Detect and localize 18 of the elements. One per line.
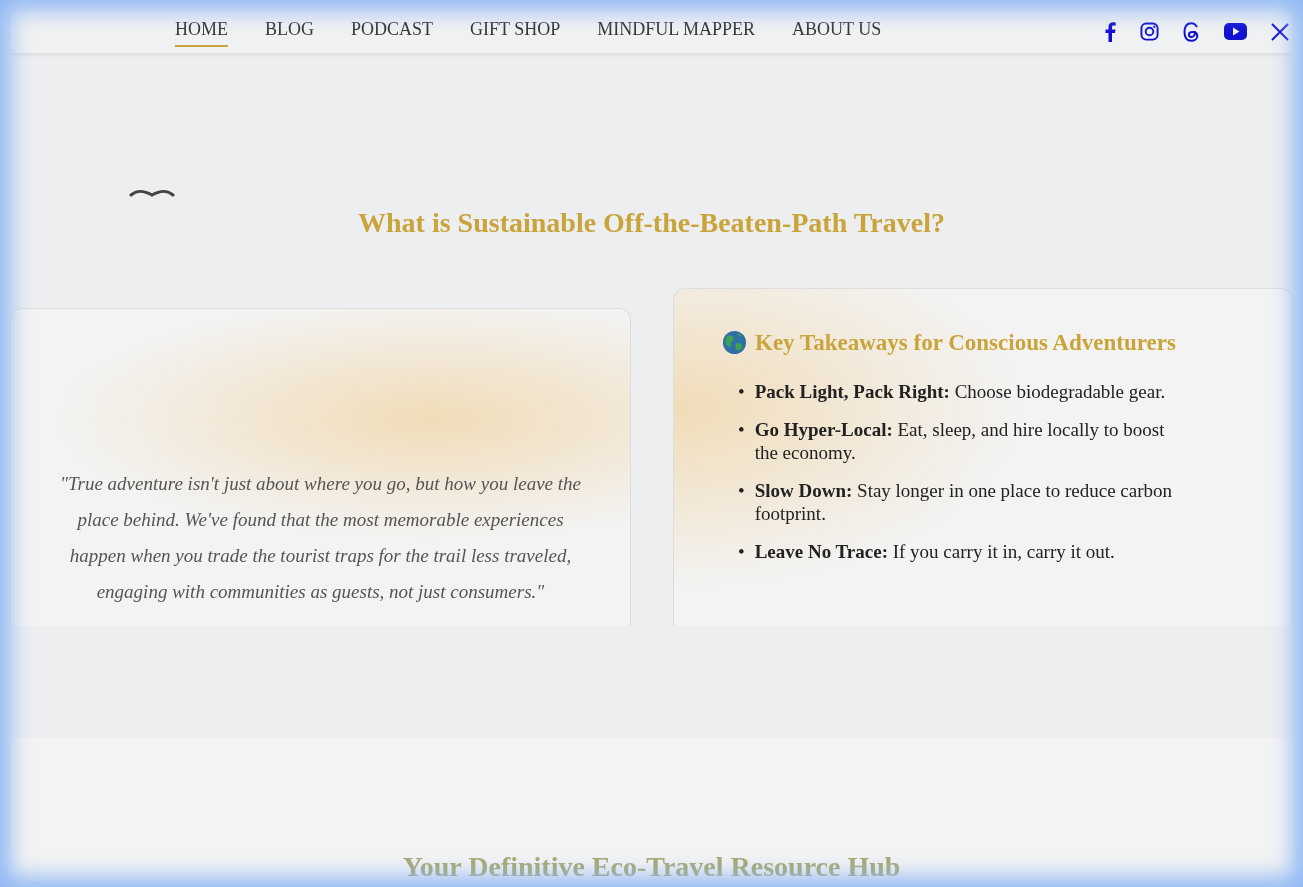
takeaway-item: Slow Down: Stay longer in one place to reduce carbon footprint. (754, 479, 1174, 526)
takeaway-item: Pack Light, Pack Right: Choose biodegradable gear. (754, 380, 1166, 404)
quote-text: "True adventure isn't just about where you go, but how you leave the place behind. We've found that the most memorable experiences happen when you trade the tourist traps for the trail less traveled, engaging with communities as guests, not just consumers." (59, 471, 582, 604)
bullet: • (738, 479, 745, 504)
bullet: • (738, 540, 745, 564)
nav-link[interactable]: BLOG (265, 16, 314, 47)
bullet: • (738, 380, 745, 404)
card-heading: Key Takeaways for Conscious Adventurers (755, 328, 1176, 357)
nav-link[interactable]: PODCAST (351, 16, 434, 47)
nav-link[interactable]: HOME (175, 16, 228, 47)
takeaway-item: Leave No Trace: If you carry it in, carry it out. (754, 540, 1115, 564)
section-heading: What is Sustainable Off-the-Beaten-Path Travel? (357, 206, 946, 240)
takeaway-item: Go Hyper-Local: Eat, sleep, and hire locally to boost the economy. (754, 418, 1166, 465)
nav-link[interactable]: GIFT SHOP (470, 16, 561, 47)
bullet: • (738, 418, 745, 443)
nav-link[interactable]: MINDFUL MAPPER (597, 16, 756, 47)
nav-link[interactable]: ABOUT US (792, 16, 882, 47)
section-heading: Your Definitive Eco-Travel Resource Hub (402, 850, 901, 884)
